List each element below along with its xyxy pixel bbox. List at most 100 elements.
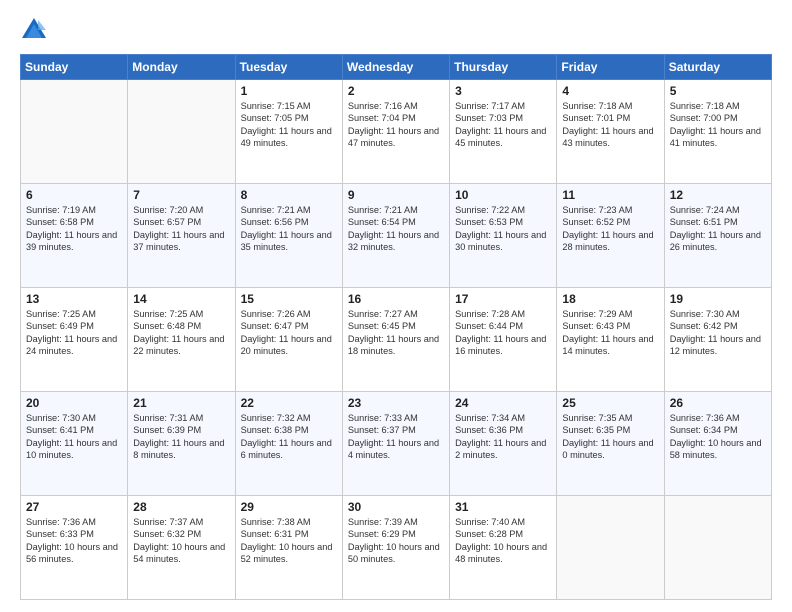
calendar-cell: 1 Sunrise: 7:15 AM Sunset: 7:05 PM Daylig… [235,80,342,184]
day-info: Sunrise: 7:21 AM Sunset: 6:54 PM Dayligh… [348,204,444,254]
day-header-sunday: Sunday [21,55,128,80]
day-number: 24 [455,396,551,410]
calendar-cell: 16 Sunrise: 7:27 AM Sunset: 6:45 PM Dayli… [342,288,449,392]
calendar-cell: 8 Sunrise: 7:21 AM Sunset: 6:56 PM Daylig… [235,184,342,288]
calendar-cell [128,80,235,184]
day-info: Sunrise: 7:37 AM Sunset: 6:32 PM Dayligh… [133,516,229,566]
day-header-thursday: Thursday [450,55,557,80]
calendar-cell [21,80,128,184]
day-number: 15 [241,292,337,306]
day-info: Sunrise: 7:40 AM Sunset: 6:28 PM Dayligh… [455,516,551,566]
day-number: 20 [26,396,122,410]
day-number: 23 [348,396,444,410]
calendar-cell: 26Sunrise: 7:36 AM Sunset: 6:34 PM Dayli… [664,392,771,496]
calendar-week-row: 1 Sunrise: 7:15 AM Sunset: 7:05 PM Daylig… [21,80,772,184]
calendar-cell: 14 Sunrise: 7:25 AM Sunset: 6:48 PM Dayli… [128,288,235,392]
calendar-cell: 22 Sunrise: 7:32 AM Sunset: 6:38 PM Dayli… [235,392,342,496]
day-number: 6 [26,188,122,202]
day-info: Sunrise: 7:21 AM Sunset: 6:56 PM Dayligh… [241,204,337,254]
day-number: 7 [133,188,229,202]
day-number: 17 [455,292,551,306]
calendar-header-row: SundayMondayTuesdayWednesdayThursdayFrid… [21,55,772,80]
day-number: 13 [26,292,122,306]
day-info: Sunrise: 7:17 AM Sunset: 7:03 PM Dayligh… [455,100,551,150]
day-info: Sunrise: 7:36 AM Sunset: 6:33 PM Dayligh… [26,516,122,566]
calendar-cell: 15 Sunrise: 7:26 AM Sunset: 6:47 PM Dayli… [235,288,342,392]
day-info: Sunrise: 7:18 AM Sunset: 7:01 PM Dayligh… [562,100,658,150]
calendar-cell: 28 Sunrise: 7:37 AM Sunset: 6:32 PM Dayli… [128,496,235,600]
calendar-cell: 2Sunrise: 7:16 AM Sunset: 7:04 PM Daylig… [342,80,449,184]
day-header-saturday: Saturday [664,55,771,80]
day-info: Sunrise: 7:29 AM Sunset: 6:43 PM Dayligh… [562,308,658,358]
calendar-week-row: 6 Sunrise: 7:19 AM Sunset: 6:58 PM Daylig… [21,184,772,288]
day-number: 21 [133,396,229,410]
calendar-week-row: 13 Sunrise: 7:25 AM Sunset: 6:49 PM Dayli… [21,288,772,392]
day-number: 28 [133,500,229,514]
page: SundayMondayTuesdayWednesdayThursdayFrid… [0,0,792,612]
calendar-cell: 17Sunrise: 7:28 AM Sunset: 6:44 PM Dayli… [450,288,557,392]
day-info: Sunrise: 7:25 AM Sunset: 6:48 PM Dayligh… [133,308,229,358]
calendar-cell: 6 Sunrise: 7:19 AM Sunset: 6:58 PM Daylig… [21,184,128,288]
calendar-cell: 30 Sunrise: 7:39 AM Sunset: 6:29 PM Dayli… [342,496,449,600]
day-header-tuesday: Tuesday [235,55,342,80]
calendar-cell: 13 Sunrise: 7:25 AM Sunset: 6:49 PM Dayli… [21,288,128,392]
calendar-cell: 19Sunrise: 7:30 AM Sunset: 6:42 PM Dayli… [664,288,771,392]
day-number: 4 [562,84,658,98]
calendar-cell: 29 Sunrise: 7:38 AM Sunset: 6:31 PM Dayli… [235,496,342,600]
day-number: 31 [455,500,551,514]
calendar-cell [664,496,771,600]
calendar-cell: 24 Sunrise: 7:34 AM Sunset: 6:36 PM Dayli… [450,392,557,496]
day-number: 19 [670,292,766,306]
calendar-cell: 20 Sunrise: 7:30 AM Sunset: 6:41 PM Dayli… [21,392,128,496]
calendar-cell: 3 Sunrise: 7:17 AM Sunset: 7:03 PM Daylig… [450,80,557,184]
day-number: 30 [348,500,444,514]
day-number: 9 [348,188,444,202]
day-info: Sunrise: 7:39 AM Sunset: 6:29 PM Dayligh… [348,516,444,566]
day-info: Sunrise: 7:15 AM Sunset: 7:05 PM Dayligh… [241,100,337,150]
calendar-cell: 21 Sunrise: 7:31 AM Sunset: 6:39 PM Dayli… [128,392,235,496]
day-info: Sunrise: 7:33 AM Sunset: 6:37 PM Dayligh… [348,412,444,462]
day-info: Sunrise: 7:34 AM Sunset: 6:36 PM Dayligh… [455,412,551,462]
day-number: 25 [562,396,658,410]
calendar-cell: 10 Sunrise: 7:22 AM Sunset: 6:53 PM Dayli… [450,184,557,288]
day-info: Sunrise: 7:26 AM Sunset: 6:47 PM Dayligh… [241,308,337,358]
day-info: Sunrise: 7:27 AM Sunset: 6:45 PM Dayligh… [348,308,444,358]
day-number: 29 [241,500,337,514]
day-number: 10 [455,188,551,202]
header [20,16,772,44]
day-info: Sunrise: 7:31 AM Sunset: 6:39 PM Dayligh… [133,412,229,462]
calendar-cell: 18 Sunrise: 7:29 AM Sunset: 6:43 PM Dayli… [557,288,664,392]
calendar-cell: 7Sunrise: 7:20 AM Sunset: 6:57 PM Daylig… [128,184,235,288]
day-info: Sunrise: 7:25 AM Sunset: 6:49 PM Dayligh… [26,308,122,358]
day-info: Sunrise: 7:35 AM Sunset: 6:35 PM Dayligh… [562,412,658,462]
day-number: 16 [348,292,444,306]
calendar-cell: 4 Sunrise: 7:18 AM Sunset: 7:01 PM Daylig… [557,80,664,184]
day-info: Sunrise: 7:32 AM Sunset: 6:38 PM Dayligh… [241,412,337,462]
day-number: 8 [241,188,337,202]
day-info: Sunrise: 7:23 AM Sunset: 6:52 PM Dayligh… [562,204,658,254]
calendar-cell: 5Sunrise: 7:18 AM Sunset: 7:00 PM Daylig… [664,80,771,184]
day-info: Sunrise: 7:30 AM Sunset: 6:41 PM Dayligh… [26,412,122,462]
day-number: 5 [670,84,766,98]
logo-icon [20,16,48,44]
day-number: 18 [562,292,658,306]
calendar-week-row: 27 Sunrise: 7:36 AM Sunset: 6:33 PM Dayli… [21,496,772,600]
day-number: 14 [133,292,229,306]
calendar-cell: 25 Sunrise: 7:35 AM Sunset: 6:35 PM Dayli… [557,392,664,496]
day-number: 1 [241,84,337,98]
calendar-week-row: 20 Sunrise: 7:30 AM Sunset: 6:41 PM Dayli… [21,392,772,496]
day-info: Sunrise: 7:22 AM Sunset: 6:53 PM Dayligh… [455,204,551,254]
day-info: Sunrise: 7:38 AM Sunset: 6:31 PM Dayligh… [241,516,337,566]
calendar-cell: 31 Sunrise: 7:40 AM Sunset: 6:28 PM Dayli… [450,496,557,600]
day-number: 3 [455,84,551,98]
day-number: 27 [26,500,122,514]
day-info: Sunrise: 7:19 AM Sunset: 6:58 PM Dayligh… [26,204,122,254]
day-number: 11 [562,188,658,202]
calendar-cell: 12Sunrise: 7:24 AM Sunset: 6:51 PM Dayli… [664,184,771,288]
calendar-cell [557,496,664,600]
day-header-friday: Friday [557,55,664,80]
day-info: Sunrise: 7:36 AM Sunset: 6:34 PM Dayligh… [670,412,766,462]
day-number: 22 [241,396,337,410]
calendar-cell: 27 Sunrise: 7:36 AM Sunset: 6:33 PM Dayli… [21,496,128,600]
calendar-cell: 23 Sunrise: 7:33 AM Sunset: 6:37 PM Dayli… [342,392,449,496]
